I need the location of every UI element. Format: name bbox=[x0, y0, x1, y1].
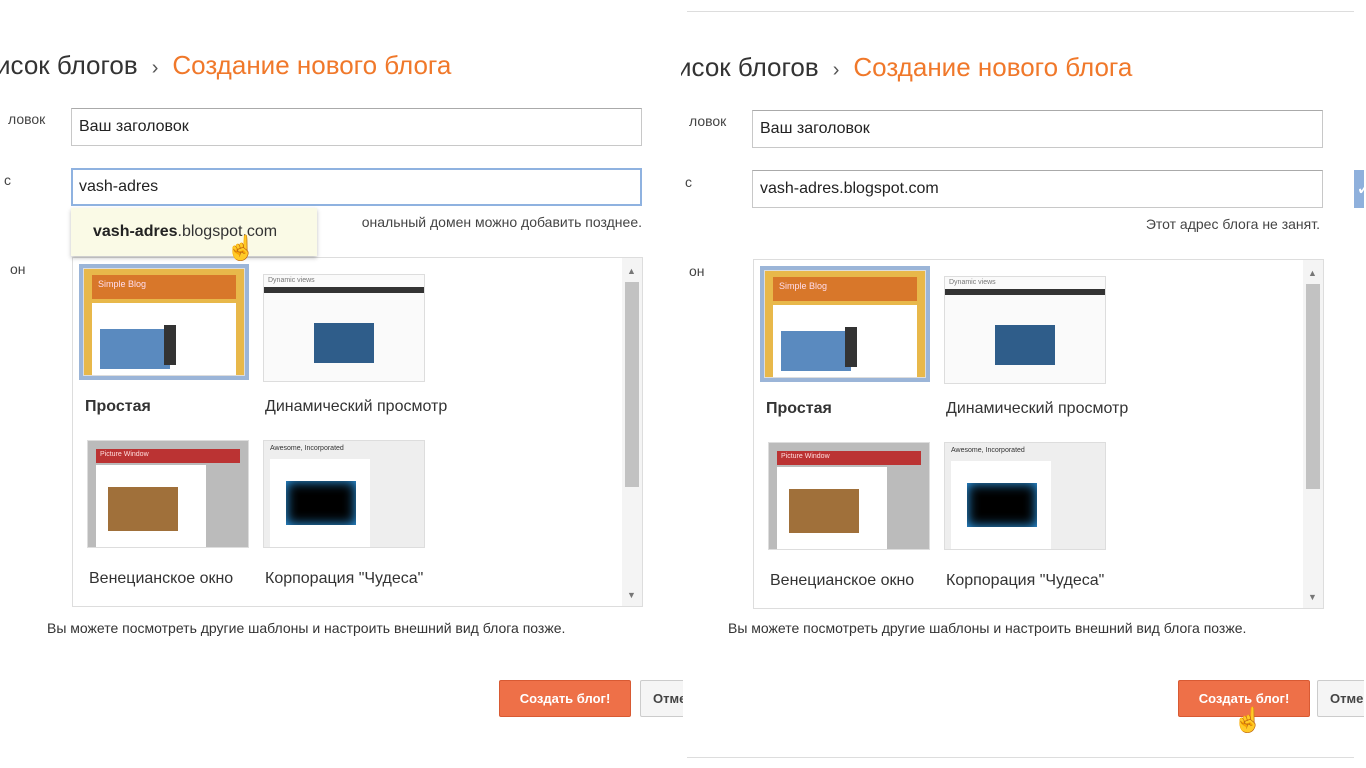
scrollbar[interactable]: ▲ ▼ bbox=[622, 258, 642, 606]
template-thumbnail[interactable]: Dynamic views bbox=[944, 276, 1106, 384]
title-input[interactable] bbox=[71, 108, 642, 146]
address-available-hint: Этот адрес блога не занят. bbox=[1145, 216, 1320, 232]
create-blog-panel-before: исок блогов › Создание нового блога ловок … bbox=[0, 0, 683, 768]
template-label: он bbox=[10, 261, 26, 277]
footnote: Вы можете посмотреть другие шаблоны и на… bbox=[728, 620, 1247, 636]
footnote: Вы можете посмотреть другие шаблоны и на… bbox=[47, 620, 566, 636]
address-hint: ональный домен можно добавить позднее. bbox=[361, 214, 642, 230]
template-thumbnail[interactable]: Picture Window bbox=[768, 442, 930, 550]
scroll-up-icon[interactable]: ▲ bbox=[627, 266, 636, 276]
template-name: Простая bbox=[85, 398, 151, 415]
hand-cursor-icon: ☝ bbox=[1233, 707, 1263, 734]
template-option[interactable]: Awesome, Incorporated Корпорация "Чудеса" bbox=[944, 442, 1106, 589]
template-list[interactable]: Simple Blog Простая Dynamic views Динамичес… bbox=[753, 259, 1324, 609]
template-name: Динамический просмотр bbox=[946, 400, 1129, 417]
template-option[interactable]: Simple Blog Простая bbox=[760, 266, 930, 417]
title-label: ловок bbox=[689, 113, 727, 129]
address-label: с bbox=[4, 172, 11, 188]
template-thumbnail-title: Awesome, Incorporated bbox=[951, 447, 1025, 454]
template-option[interactable]: Dynamic views Динамический просмотр bbox=[944, 276, 1128, 417]
breadcrumb-blog-list-link[interactable]: исок блогов bbox=[681, 52, 819, 82]
scrollbar-thumb[interactable] bbox=[1306, 284, 1320, 489]
cancel-button[interactable]: Отмена bbox=[1317, 680, 1364, 717]
create-blog-panel-after: исок блогов › Создание нового блога ловок … bbox=[681, 0, 1364, 768]
title-label: ловок bbox=[8, 111, 46, 127]
template-name: Динамический просмотр bbox=[265, 398, 448, 415]
template-thumbnail-title: Dynamic views bbox=[949, 279, 996, 286]
check-icon: ✓ bbox=[1354, 170, 1364, 208]
template-thumbnail-title: Dynamic views bbox=[268, 277, 315, 284]
template-thumbnail-title: Simple Blog bbox=[779, 281, 828, 291]
template-thumbnail[interactable]: Picture Window bbox=[87, 440, 249, 548]
scroll-down-icon[interactable]: ▼ bbox=[627, 590, 636, 600]
breadcrumb: исок блогов › Создание нового блога bbox=[681, 52, 1132, 83]
cancel-button[interactable]: Отмена bbox=[640, 680, 683, 717]
breadcrumb-separator: › bbox=[151, 57, 159, 79]
template-label: он bbox=[689, 263, 705, 279]
template-name: Корпорация "Чудеса" bbox=[265, 570, 424, 587]
scrollbar-thumb[interactable] bbox=[625, 282, 639, 487]
address-input[interactable] bbox=[71, 168, 642, 206]
template-option[interactable]: Awesome, Incorporated Корпорация "Чудеса" bbox=[263, 440, 425, 587]
template-name: Венецианское окно bbox=[770, 572, 915, 589]
breadcrumb: исок блогов › Создание нового блога bbox=[0, 50, 451, 81]
title-input[interactable] bbox=[752, 110, 1323, 148]
template-thumbnail[interactable]: Simple Blog bbox=[760, 266, 930, 382]
page-title: Создание нового блога bbox=[853, 52, 1133, 82]
template-option[interactable]: Dynamic views Динамический просмотр bbox=[263, 274, 447, 415]
template-list[interactable]: Simple Blog Простая Dynamic views Динамичес… bbox=[72, 257, 643, 607]
template-option[interactable]: Simple Blog Простая bbox=[79, 264, 249, 415]
template-option[interactable]: Picture Window Венецианское окно bbox=[87, 440, 249, 587]
address-suggestion[interactable]: vash-adres.blogspot.com bbox=[71, 208, 317, 256]
template-name: Корпорация "Чудеса" bbox=[946, 572, 1105, 589]
breadcrumb-blog-list-link[interactable]: исок блогов bbox=[0, 50, 138, 80]
template-thumbnail-title: Picture Window bbox=[100, 451, 149, 458]
template-thumbnail[interactable]: Awesome, Incorporated bbox=[263, 440, 425, 548]
template-thumbnail-title: Simple Blog bbox=[98, 279, 147, 289]
template-thumbnail[interactable]: Simple Blog bbox=[79, 264, 249, 380]
template-thumbnail[interactable]: Awesome, Incorporated bbox=[944, 442, 1106, 550]
divider bbox=[687, 11, 1354, 12]
address-label: с bbox=[685, 174, 692, 190]
template-name: Простая bbox=[766, 400, 832, 417]
hand-cursor-icon: ☝ bbox=[226, 235, 256, 262]
template-thumbnail-title: Picture Window bbox=[781, 453, 830, 460]
scroll-down-icon[interactable]: ▼ bbox=[1308, 592, 1317, 602]
template-thumbnail[interactable]: Dynamic views bbox=[263, 274, 425, 382]
template-name: Венецианское окно bbox=[89, 570, 234, 587]
suggestion-bold: vash-adres bbox=[93, 223, 178, 240]
template-option[interactable]: Picture Window Венецианское окно bbox=[768, 442, 930, 589]
scroll-up-icon[interactable]: ▲ bbox=[1308, 268, 1317, 278]
scrollbar[interactable]: ▲ ▼ bbox=[1303, 260, 1323, 608]
create-blog-button[interactable]: Создать блог! bbox=[499, 680, 631, 717]
breadcrumb-separator: › bbox=[832, 59, 840, 81]
template-thumbnail-title: Awesome, Incorporated bbox=[270, 445, 344, 452]
address-input[interactable] bbox=[752, 170, 1323, 208]
divider bbox=[687, 757, 1354, 758]
page-title: Создание нового блога bbox=[172, 50, 452, 80]
